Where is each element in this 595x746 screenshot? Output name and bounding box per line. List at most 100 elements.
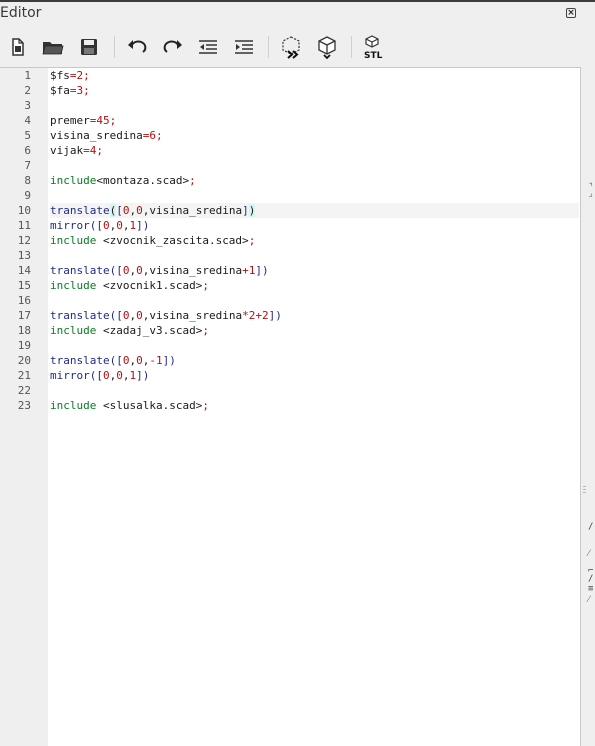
render-icon bbox=[318, 36, 336, 59]
viewer-fragment: ⁄ bbox=[588, 595, 590, 605]
indent-button[interactable] bbox=[231, 34, 257, 60]
code-token: 0 bbox=[136, 309, 143, 322]
code-line: $fs=2; bbox=[50, 68, 579, 83]
preview-button[interactable] bbox=[278, 34, 304, 60]
line-number: 10 bbox=[17, 204, 31, 217]
code-token: 1 bbox=[155, 354, 163, 367]
code-token: ; bbox=[96, 144, 103, 157]
viewer-fragment: / bbox=[588, 574, 594, 584]
export-stl-button[interactable]: STL bbox=[362, 34, 388, 60]
code-token: ) bbox=[248, 204, 256, 217]
code-token: 0 bbox=[136, 204, 143, 217]
code-line: include <zvocnik_zascita.scad>; bbox=[50, 233, 579, 248]
new-file-button[interactable] bbox=[5, 34, 31, 60]
line-number: 12 bbox=[17, 234, 31, 247]
code-editor[interactable]: 1 2 3 4 5 6 7 8 9 10 11 12 13 14 15 16 17 18 19 20 21 22 23 $f… bbox=[0, 67, 581, 746]
code-token: 0 bbox=[103, 219, 110, 232]
line-number: 3 bbox=[24, 99, 31, 112]
code-token: include bbox=[50, 399, 97, 412]
code-token: mirror bbox=[50, 219, 90, 232]
code-line: translate([0,0,visina_sredina*2+2]) bbox=[50, 308, 579, 323]
unindent-button[interactable] bbox=[195, 34, 221, 60]
code-token: ,visina_sredina bbox=[142, 309, 243, 322]
code-line: visina_sredina=6; bbox=[50, 128, 579, 143]
viewer-fragment: / bbox=[588, 522, 594, 532]
code-token: 2 bbox=[261, 309, 269, 322]
code-token: * bbox=[242, 309, 249, 322]
line-number: 23 bbox=[17, 399, 31, 412]
viewer-fragment: ⌟ bbox=[588, 189, 594, 199]
line-number: 6 bbox=[24, 144, 31, 157]
code-token: [ bbox=[116, 204, 123, 217]
code-token: ,visina_sredina bbox=[142, 204, 243, 217]
toolbar-separator bbox=[114, 36, 115, 58]
line-number: 8 bbox=[24, 174, 31, 187]
code-token: ; bbox=[189, 174, 196, 187]
line-number: 17 bbox=[17, 309, 31, 322]
code-token: ([ bbox=[89, 369, 103, 382]
toolbar-separator bbox=[268, 36, 269, 58]
save-button[interactable] bbox=[76, 34, 102, 60]
line-number: 21 bbox=[17, 369, 31, 382]
code-token: 0 bbox=[136, 264, 143, 277]
line-number: 19 bbox=[17, 339, 31, 352]
line-number: 1 bbox=[24, 69, 31, 82]
code-token: - bbox=[149, 354, 156, 367]
line-number: 5 bbox=[24, 129, 31, 142]
unindent-icon bbox=[199, 40, 217, 54]
code-token: premer bbox=[50, 114, 90, 127]
code-token: = bbox=[69, 69, 77, 82]
code-token: $fs bbox=[50, 69, 70, 82]
code-token: include bbox=[50, 324, 97, 337]
code-token: ]) bbox=[136, 369, 150, 382]
editor-toolbar: STL bbox=[0, 30, 595, 64]
code-token: ; bbox=[202, 279, 209, 292]
code-token: , bbox=[122, 369, 130, 382]
line-number-gutter: 1 2 3 4 5 6 7 8 9 10 11 12 13 14 15 16 17 18 19 20 21 22 23 bbox=[0, 68, 48, 746]
code-token: , bbox=[122, 219, 130, 232]
undo-button[interactable] bbox=[124, 34, 150, 60]
line-number: 4 bbox=[24, 114, 31, 127]
render-button[interactable] bbox=[314, 34, 340, 60]
code-line: mirror([0,0,1]) bbox=[50, 368, 579, 383]
close-panel-button[interactable]: × bbox=[566, 8, 576, 18]
code-token: ([ bbox=[109, 354, 123, 367]
code-token: + bbox=[255, 309, 262, 322]
code-line: mirror([0,0,1]) bbox=[50, 218, 579, 233]
code-token: ,visina_sredina bbox=[142, 264, 243, 277]
code-token: translate bbox=[50, 264, 110, 277]
save-icon bbox=[81, 39, 97, 55]
viewer-panel-edge bbox=[583, 67, 595, 746]
code-line: premer=45; bbox=[50, 113, 579, 128]
code-token: include bbox=[50, 279, 97, 292]
panel-splitter-handle[interactable] bbox=[583, 486, 586, 496]
line-number: 9 bbox=[24, 189, 31, 202]
panel-title: Editor bbox=[0, 5, 42, 21]
code-token: ; bbox=[109, 114, 117, 127]
code-line: translate([0,0,visina_sredina+1]) bbox=[50, 263, 579, 278]
line-number: 20 bbox=[17, 354, 31, 367]
code-token: 45 bbox=[96, 114, 110, 127]
code-token: = bbox=[83, 144, 90, 157]
code-line: include <zadaj_v3.scad>; bbox=[50, 323, 579, 338]
code-token: 0 bbox=[116, 219, 123, 232]
redo-icon bbox=[163, 40, 182, 53]
line-number: 2 bbox=[24, 84, 31, 97]
indent-icon bbox=[235, 40, 253, 54]
open-file-button[interactable] bbox=[40, 34, 66, 60]
code-token: ; bbox=[202, 324, 209, 337]
code-token: ]) bbox=[268, 309, 282, 322]
code-text-area[interactable]: $fs=2; $fa=3; premer=45; visina_sredina=6; v… bbox=[50, 68, 580, 746]
code-line: include <slusalka.scad>; bbox=[50, 398, 579, 413]
redo-button[interactable] bbox=[160, 34, 186, 60]
code-line: vijak=4; bbox=[50, 143, 579, 158]
code-token: <slusalka.scad> bbox=[96, 399, 203, 412]
code-line: $fa=3; bbox=[50, 83, 579, 98]
code-token: <montaza.scad> bbox=[96, 174, 190, 187]
code-token: mirror bbox=[50, 369, 90, 382]
